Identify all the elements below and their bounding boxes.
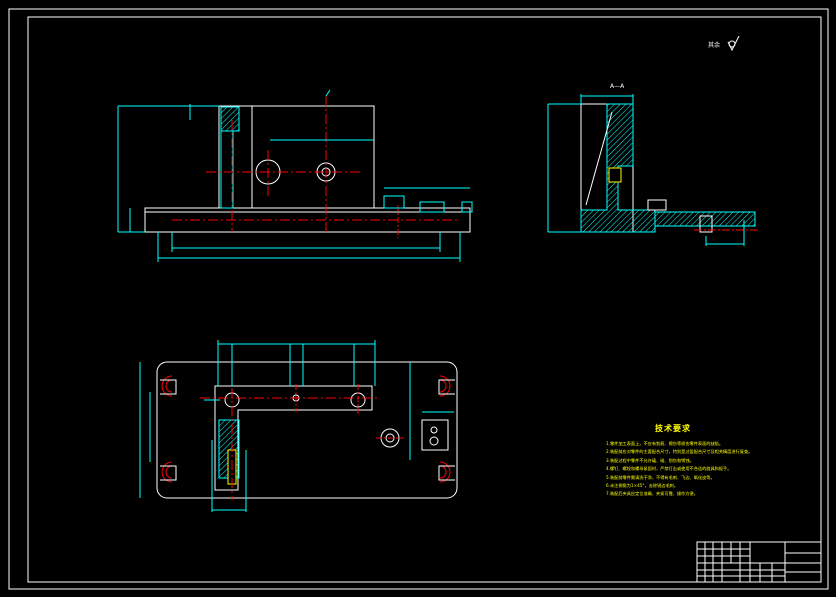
technical-requirement-item: 7.装配后夹具应定位准确、夹紧可靠、操作方便。 <box>606 491 698 497</box>
technical-requirement-item: 3.装配过程中零件不允许磕、碰、划伤和锈蚀。 <box>606 457 694 463</box>
top-base-outline <box>156 361 458 499</box>
technical-requirement-item: 5.装配前零件需清洗干净，不得有毛刺、飞边、氧化皮等。 <box>606 474 715 480</box>
technical-requirement-item: 6.未注倒角为1×45°，去除锐边毛刺。 <box>606 483 679 489</box>
title-block <box>696 541 822 583</box>
technical-requirement-item: 4.螺钉、螺栓和螺母紧固时，严禁打击或使用不合适的旋具和扳手。 <box>606 466 732 472</box>
cad-drawing-sheet <box>8 8 829 590</box>
technical-requirement-item: 2.装配前应对零件的主要配合尺寸，特别是过盈配合尺寸及相关精度进行复查。 <box>606 449 753 455</box>
front-hatched-wall <box>220 106 240 132</box>
roughness-note: 其余 <box>708 42 721 49</box>
section-label: A—A <box>610 83 625 90</box>
technical-requirements-list: 1.零件加工表面上，不应有划痕、擦伤等损伤零件表面的缺陷。 2.装配前应对零件的… <box>606 440 766 499</box>
section-view-aa <box>547 94 760 246</box>
technical-requirement-item: 1.零件加工表面上，不应有划痕、擦伤等损伤零件表面的缺陷。 <box>606 441 724 446</box>
sheet-outer-border <box>8 8 829 590</box>
technical-requirements-title: 技术要求 <box>655 424 691 433</box>
roughness-symbol-icon <box>727 35 740 52</box>
top-view <box>139 340 458 512</box>
front-upright <box>218 105 375 209</box>
front-view <box>117 89 473 262</box>
